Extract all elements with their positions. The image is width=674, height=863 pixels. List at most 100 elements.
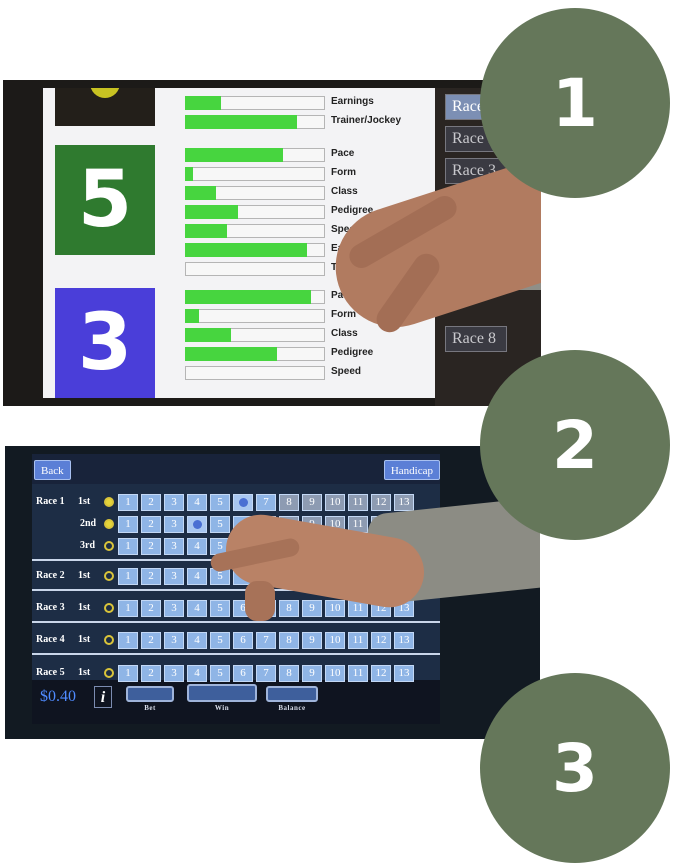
- number-button[interactable]: 3: [164, 516, 184, 533]
- number-button[interactable]: 7: [256, 632, 276, 649]
- horse-number-block[interactable]: 5: [55, 145, 155, 255]
- number-button[interactable]: 2: [141, 516, 161, 533]
- number-button[interactable]: 13: [394, 665, 414, 682]
- number-button[interactable]: 2: [141, 568, 161, 585]
- select-circle[interactable]: [104, 497, 114, 507]
- number-button[interactable]: 4: [187, 632, 207, 649]
- betting-screen-photo: Back Handicap $0.40 i Bet Win Balance Ra…: [5, 446, 540, 739]
- number-button[interactable]: 8: [279, 600, 299, 617]
- number-button[interactable]: 9: [302, 665, 322, 682]
- place-label: 3rd: [80, 540, 95, 551]
- number-button[interactable]: 10: [325, 665, 345, 682]
- number-button[interactable]: 13: [394, 494, 414, 511]
- select-circle[interactable]: [104, 519, 114, 529]
- number-button[interactable]: 4: [187, 600, 207, 617]
- select-circle[interactable]: [104, 603, 114, 613]
- number-button[interactable]: 11: [348, 632, 368, 649]
- stat-fill: [185, 115, 297, 129]
- number-button[interactable]: 10: [325, 632, 345, 649]
- number-button[interactable]: 11: [348, 665, 368, 682]
- number-button[interactable]: 7: [256, 665, 276, 682]
- number-button[interactable]: 8: [279, 632, 299, 649]
- select-circle[interactable]: [104, 571, 114, 581]
- number-button[interactable]: 4: [187, 568, 207, 585]
- horse-number-block[interactable]: 3: [55, 288, 155, 398]
- number-button[interactable]: 4: [187, 538, 207, 555]
- place-label: 1st: [78, 602, 91, 613]
- number-button[interactable]: 1: [118, 538, 138, 555]
- step-badge-2: 2: [480, 350, 670, 540]
- number-button[interactable]: 1: [118, 632, 138, 649]
- screen-header: [32, 454, 440, 484]
- bet-display[interactable]: [126, 686, 174, 702]
- select-circle[interactable]: [104, 668, 114, 678]
- place-label: 1st: [78, 634, 91, 645]
- number-button[interactable]: 3: [164, 494, 184, 511]
- win-display[interactable]: [187, 684, 257, 702]
- number-button[interactable]: 1: [118, 665, 138, 682]
- number-button[interactable]: 8: [279, 665, 299, 682]
- number-button[interactable]: 11: [348, 494, 368, 511]
- number-button[interactable]: [187, 516, 207, 533]
- number-button[interactable]: 5: [210, 494, 230, 511]
- number-button[interactable]: 2: [141, 632, 161, 649]
- stat-bar: Earnings: [185, 243, 374, 257]
- number-button[interactable]: 12: [371, 494, 391, 511]
- number-button[interactable]: 12: [371, 665, 391, 682]
- handicap-button[interactable]: Handicap: [383, 460, 440, 480]
- stat-bar: Class: [185, 186, 358, 200]
- number-button[interactable]: 4: [187, 665, 207, 682]
- number-button[interactable]: 2: [141, 494, 161, 511]
- number-button[interactable]: 3: [164, 665, 184, 682]
- stat-fill: [185, 224, 227, 238]
- number-button[interactable]: 3: [164, 600, 184, 617]
- select-circle[interactable]: [104, 635, 114, 645]
- number-button[interactable]: 9: [302, 494, 322, 511]
- number-button[interactable]: 6: [233, 665, 253, 682]
- number-button[interactable]: 2: [141, 665, 161, 682]
- number-button[interactable]: 2: [141, 600, 161, 617]
- place-label: 1st: [78, 570, 91, 581]
- number-button[interactable]: 2: [141, 538, 161, 555]
- number-button[interactable]: 1: [118, 600, 138, 617]
- stat-fill: [185, 186, 216, 200]
- race-label: Race 4: [36, 634, 65, 645]
- number-button[interactable]: 13: [394, 632, 414, 649]
- number-button[interactable]: 1: [118, 494, 138, 511]
- horse-block-top: [55, 88, 155, 126]
- number-button[interactable]: 7: [256, 494, 276, 511]
- number-button[interactable]: 10: [325, 494, 345, 511]
- number-button[interactable]: 5: [210, 600, 230, 617]
- stat-label: Pace: [331, 148, 355, 159]
- number-button[interactable]: 6: [233, 632, 253, 649]
- number-button[interactable]: 5: [210, 516, 230, 533]
- stat-bar: Pace: [185, 290, 354, 304]
- number-button[interactable]: 3: [164, 568, 184, 585]
- number-button[interactable]: 3: [164, 538, 184, 555]
- number-button[interactable]: 9: [302, 632, 322, 649]
- number-button[interactable]: 4: [187, 494, 207, 511]
- race-label: Race 2: [36, 570, 65, 581]
- number-button[interactable]: 1: [118, 516, 138, 533]
- balance-display[interactable]: [266, 686, 318, 702]
- number-button[interactable]: 12: [371, 632, 391, 649]
- race-tab[interactable]: Race 8: [445, 326, 507, 352]
- number-button[interactable]: 1: [118, 568, 138, 585]
- stat-bar: Earnings: [185, 96, 374, 110]
- stat-bar: Pace: [185, 148, 354, 162]
- number-button[interactable]: 8: [279, 494, 299, 511]
- row-separator: [32, 653, 440, 655]
- number-button[interactable]: 5: [210, 665, 230, 682]
- number-button[interactable]: 9: [302, 600, 322, 617]
- info-button[interactable]: i: [94, 686, 112, 708]
- number-button[interactable]: 10: [325, 600, 345, 617]
- stat-track: [185, 167, 325, 181]
- select-circle[interactable]: [104, 541, 114, 551]
- number-button[interactable]: 3: [164, 632, 184, 649]
- stat-label: Class: [331, 328, 358, 339]
- back-button[interactable]: Back: [34, 460, 71, 480]
- stat-label: Pedigree: [331, 347, 374, 358]
- stat-fill: [185, 309, 199, 323]
- number-button[interactable]: 5: [210, 632, 230, 649]
- number-button[interactable]: [233, 494, 253, 511]
